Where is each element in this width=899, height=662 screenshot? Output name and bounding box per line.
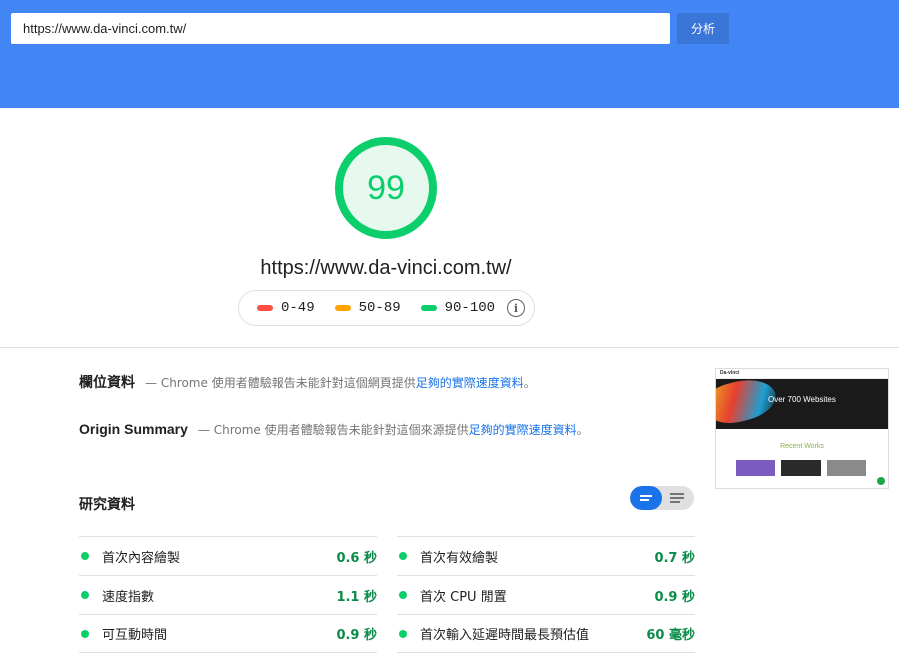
origin-summary-link[interactable]: 足夠的實際速度資料	[469, 423, 577, 437]
toggle-line	[670, 501, 680, 503]
legend-label: 50-89	[358, 300, 401, 316]
score-legend: 0-49 50-89 90-100 i	[238, 290, 535, 326]
metric-value: 0.9 秒	[654, 589, 695, 605]
legend-item-average: 50-89	[334, 300, 401, 316]
analyze-button[interactable]: 分析	[677, 13, 729, 44]
field-data-desc: — Chrome 使用者體驗報告未能針對這個網頁提供足夠的實際速度資料。	[145, 374, 536, 391]
metric-value: 0.6 秒	[336, 550, 377, 566]
metric-value: 1.1 秒	[336, 589, 377, 605]
origin-summary-desc-text: — Chrome 使用者體驗報告未能針對這個來源提供	[197, 423, 469, 437]
paint-splash-image	[716, 379, 780, 429]
field-data-row: 欄位資料 — Chrome 使用者體驗報告未能針對這個網頁提供足夠的實際速度資料…	[79, 372, 536, 392]
fail-mark-icon	[257, 305, 273, 311]
metric-row: 首次有效繪製 0.7 秒	[397, 536, 695, 575]
page-screenshot: Da-vinci Over 700 Websites Recent Works	[715, 368, 889, 489]
pass-dot-icon	[81, 591, 89, 599]
legend-item-fail: 0-49	[257, 300, 315, 316]
compact-view-icon[interactable]	[630, 486, 662, 510]
metric-label: 首次內容繪製	[102, 550, 181, 566]
legend-label: 90-100	[444, 300, 496, 316]
origin-summary-desc-suffix: 。	[576, 423, 589, 437]
pass-dot-icon	[81, 552, 89, 560]
metric-value: 0.9 秒	[336, 628, 377, 643]
toggle-line	[640, 495, 652, 497]
work-image	[736, 460, 776, 476]
metric-row: 首次輸入延遲時間最長預估值 60 毫秒	[397, 614, 695, 653]
info-icon[interactable]: i	[507, 299, 525, 317]
origin-summary-title: Origin Summary	[79, 421, 188, 437]
chat-icon	[877, 477, 885, 485]
field-data-desc-text: — Chrome 使用者體驗報告未能針對這個網頁提供	[145, 376, 416, 390]
toggle-line	[670, 493, 684, 495]
field-data-title: 欄位資料	[79, 374, 135, 390]
metrics-column-right: 首次有效繪製 0.7 秒 首次 CPU 閒置 0.9 秒 首次輸入延遲時間最長預…	[397, 536, 695, 653]
pass-dot-icon	[399, 552, 407, 560]
pass-dot-icon	[399, 629, 407, 638]
work-image	[781, 460, 821, 476]
metric-label: 速度指數	[102, 589, 155, 605]
metrics-column-left: 首次內容繪製 0.6 秒 速度指數 1.1 秒 可互動時間 0.9 秒	[79, 536, 377, 653]
toggle-line	[670, 497, 684, 499]
metric-row: 速度指數 1.1 秒	[79, 575, 377, 614]
legend-label: 0-49	[281, 300, 315, 316]
average-mark-icon	[334, 305, 351, 311]
metric-row: 可互動時間 0.9 秒	[79, 614, 377, 653]
origin-summary-row: Origin Summary — Chrome 使用者體驗報告未能針對這個來源提…	[79, 421, 589, 438]
metric-label: 首次有效繪製	[420, 550, 499, 566]
origin-summary-desc: — Chrome 使用者體驗報告未能針對這個來源提供足夠的實際速度資料。	[198, 421, 589, 438]
screenshot-nav: Da-vinci	[716, 369, 888, 379]
lab-data-title: 研究資料	[79, 497, 135, 513]
pass-dot-icon	[399, 591, 407, 599]
screenshot-hero: Over 700 Websites	[716, 379, 888, 429]
work-image	[826, 460, 866, 476]
section-divider	[0, 347, 899, 348]
pass-mark-icon	[420, 305, 437, 311]
metric-value: 0.7 秒	[654, 550, 695, 566]
metric-value: 60 毫秒	[646, 628, 695, 643]
screenshot-logo: Da-vinci	[720, 370, 740, 376]
metric-label: 首次輸入延遲時間最長預估值	[420, 628, 590, 643]
metric-row: 首次 CPU 閒置 0.9 秒	[397, 575, 695, 614]
legend-item-pass: 90-100	[420, 300, 496, 316]
screenshot-recent-title: Recent Works	[780, 443, 824, 450]
metric-label: 可互動時間	[102, 628, 168, 643]
metric-label: 首次 CPU 閒置	[420, 589, 507, 605]
screenshot-work-images	[736, 460, 866, 476]
view-toggle[interactable]	[630, 486, 694, 510]
field-data-desc-suffix: 。	[523, 376, 536, 390]
analyzed-url: https://www.da-vinci.com.tw/	[260, 257, 512, 279]
toggle-line	[640, 499, 649, 501]
screenshot-hero-title: Over 700 Websites	[768, 395, 836, 404]
url-input[interactable]	[11, 13, 670, 44]
pass-dot-icon	[81, 629, 89, 638]
performance-score-gauge: 99	[333, 135, 439, 241]
performance-score: 99	[367, 168, 405, 207]
field-data-link[interactable]: 足夠的實際速度資料	[416, 376, 524, 390]
metric-row: 首次內容繪製 0.6 秒	[79, 536, 377, 575]
